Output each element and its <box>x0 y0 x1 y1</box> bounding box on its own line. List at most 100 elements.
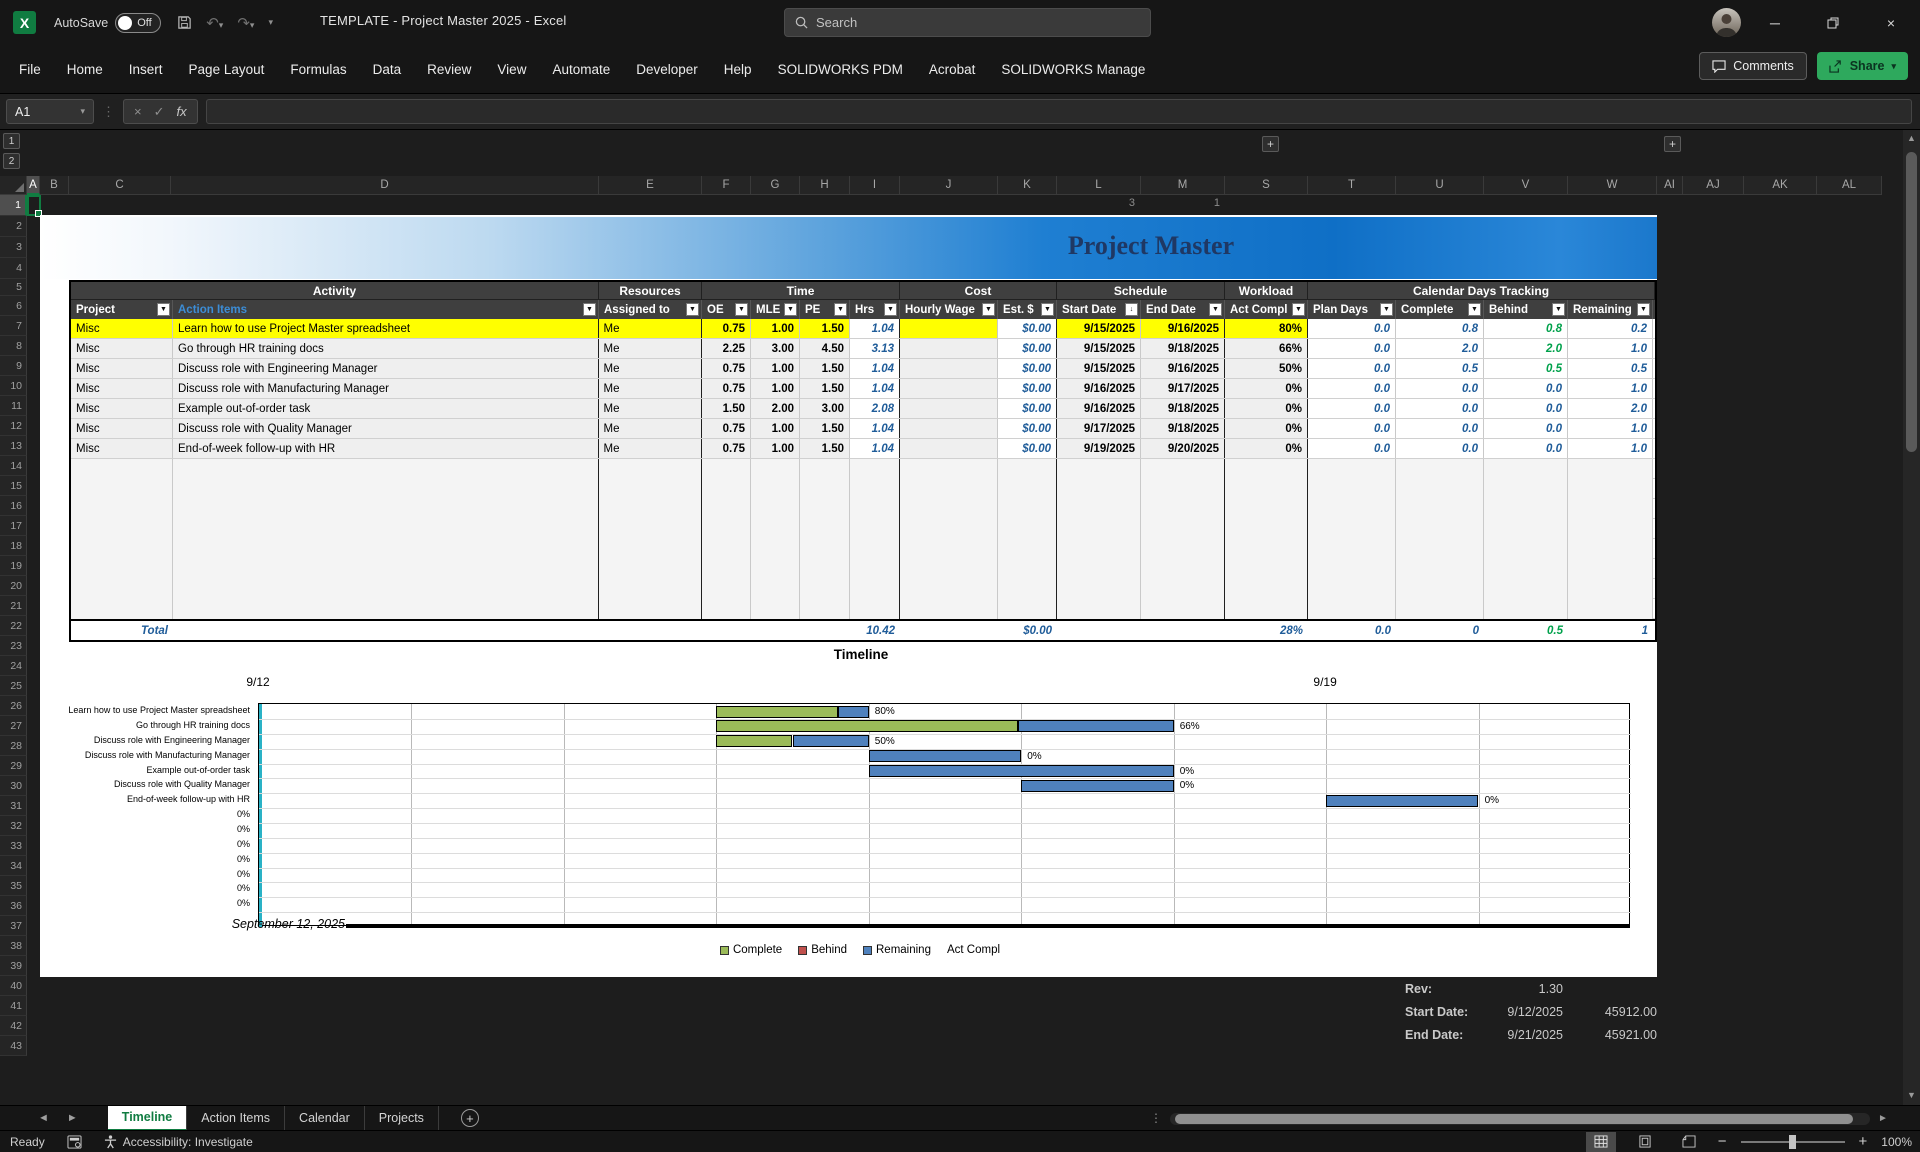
cell-activity[interactable]: Discuss role with Manufacturing Manager <box>173 379 599 398</box>
cell-est[interactable]: $0.00 <box>998 339 1057 358</box>
empty-cell[interactable] <box>899 479 999 499</box>
empty-cell[interactable] <box>71 499 173 519</box>
cell-pe[interactable]: 1.50 <box>800 379 850 398</box>
cell-hrs[interactable]: 1.04 <box>850 359 900 378</box>
empty-cell[interactable] <box>1396 499 1484 519</box>
redo-icon[interactable]: ↷▾ <box>237 14 254 32</box>
row-header[interactable]: 10 <box>0 376 27 396</box>
empty-cell[interactable] <box>850 539 900 559</box>
empty-cell[interactable] <box>998 519 1057 539</box>
empty-cell[interactable] <box>598 539 703 559</box>
empty-cell[interactable] <box>1307 479 1397 499</box>
filter-icon[interactable]: ▼ <box>583 303 596 316</box>
empty-cell[interactable] <box>899 459 999 479</box>
cell-est[interactable]: $0.00 <box>998 419 1057 438</box>
sheet-tab[interactable]: Action Items <box>187 1106 285 1131</box>
empty-cell[interactable] <box>1224 519 1309 539</box>
cell-behind[interactable]: 0.0 <box>1484 379 1568 398</box>
cell-act-compl[interactable]: 0% <box>1224 379 1309 398</box>
empty-cell[interactable] <box>701 459 752 479</box>
empty-cell[interactable] <box>1484 599 1568 619</box>
cell-plan-days[interactable]: 0.0 <box>1307 419 1397 438</box>
filter-icon[interactable]: ▼ <box>1637 303 1650 316</box>
cell-pe[interactable]: 1.50 <box>800 359 850 378</box>
cell-act-compl[interactable]: 80% <box>1224 319 1309 338</box>
restore-button[interactable] <box>1804 0 1862 45</box>
empty-cell[interactable] <box>71 479 173 499</box>
row-header[interactable]: 26 <box>0 696 27 716</box>
column-header[interactable]: W <box>1568 176 1657 195</box>
cell-oe[interactable]: 0.75 <box>701 419 752 438</box>
empty-cell[interactable] <box>1141 479 1225 499</box>
cell-oe[interactable]: 2.25 <box>701 339 752 358</box>
share-button[interactable]: Share ▾ <box>1817 52 1908 80</box>
empty-cell[interactable] <box>1568 459 1653 479</box>
zoom-in-icon[interactable]: + <box>1859 1133 1868 1150</box>
cell-remaining[interactable]: 0.5 <box>1568 359 1653 378</box>
row-header[interactable]: 18 <box>0 536 27 556</box>
row-header[interactable]: 27 <box>0 716 27 736</box>
column-header[interactable]: D <box>171 176 599 195</box>
cell-est[interactable]: $0.00 <box>998 399 1057 418</box>
row-header[interactable]: 34 <box>0 856 27 876</box>
cell-assigned[interactable]: Me <box>598 319 703 338</box>
filter-sort-icon[interactable]: ↓ <box>1125 303 1138 316</box>
column-header[interactable]: V <box>1484 176 1568 195</box>
cell-start-date[interactable]: 9/19/2025 <box>1056 439 1142 458</box>
empty-cell[interactable] <box>71 579 173 599</box>
cell-wage[interactable] <box>899 339 999 358</box>
cell-value-row1[interactable]: 3 <box>1105 197 1135 209</box>
empty-cell[interactable] <box>1056 559 1142 579</box>
empty-cell[interactable] <box>1307 459 1397 479</box>
filter-icon[interactable]: ▼ <box>157 303 170 316</box>
ribbon-tab[interactable]: View <box>484 53 539 86</box>
cell-behind[interactable]: 0.5 <box>1484 359 1568 378</box>
column-header[interactable]: B <box>40 176 69 195</box>
close-button[interactable]: × <box>1862 0 1920 45</box>
column-header[interactable]: H <box>800 176 850 195</box>
empty-cell[interactable] <box>800 539 850 559</box>
cell-act-compl[interactable]: 50% <box>1224 359 1309 378</box>
empty-cell[interactable] <box>71 459 173 479</box>
row-header[interactable]: 38 <box>0 936 27 956</box>
empty-cell[interactable] <box>800 579 850 599</box>
cell-hrs[interactable]: 2.08 <box>850 399 900 418</box>
ribbon-tab[interactable]: Developer <box>623 53 711 86</box>
active-cell-a1[interactable] <box>27 195 41 216</box>
empty-cell[interactable] <box>1568 559 1653 579</box>
cell-wage[interactable] <box>899 419 999 438</box>
zoom-slider[interactable] <box>1741 1141 1845 1143</box>
new-sheet-button[interactable]: + <box>461 1109 479 1127</box>
column-header[interactable]: A <box>27 176 40 195</box>
prev-sheet-icon[interactable]: ◄ <box>38 1112 49 1124</box>
row-header[interactable]: 24 <box>0 656 27 676</box>
filter-icon[interactable]: ▼ <box>1468 303 1481 316</box>
column-header[interactable]: AK <box>1744 176 1817 195</box>
empty-cell[interactable] <box>1056 519 1142 539</box>
cell-oe[interactable]: 0.75 <box>701 379 752 398</box>
empty-cell[interactable] <box>598 579 703 599</box>
empty-cell[interactable] <box>850 519 900 539</box>
avatar[interactable] <box>1712 8 1741 37</box>
cell-hrs[interactable]: 1.04 <box>850 439 900 458</box>
cell-plan-days[interactable]: 0.0 <box>1307 379 1397 398</box>
cell-mle[interactable]: 1.00 <box>751 439 800 458</box>
row-header[interactable]: 36 <box>0 896 27 916</box>
cell-oe[interactable]: 1.50 <box>701 399 752 418</box>
empty-cell[interactable] <box>1141 579 1225 599</box>
name-box[interactable]: A1▾ <box>6 99 94 124</box>
autosave-toggle[interactable]: Off <box>115 13 161 33</box>
empty-cell[interactable] <box>701 479 752 499</box>
ribbon-tab[interactable]: Page Layout <box>176 53 278 86</box>
empty-cell[interactable] <box>1141 599 1225 619</box>
row-header[interactable]: 32 <box>0 816 27 836</box>
ribbon-tab[interactable]: Data <box>360 53 415 86</box>
ribbon-tab[interactable]: File <box>6 53 54 86</box>
select-all-corner[interactable] <box>0 176 27 195</box>
info-value[interactable]: 1.30 <box>1455 982 1563 996</box>
empty-cell[interactable] <box>701 519 752 539</box>
empty-cell[interactable] <box>751 519 800 539</box>
ribbon-tab[interactable]: Home <box>54 53 116 86</box>
empty-cell[interactable] <box>173 579 599 599</box>
cell-activity[interactable]: Discuss role with Quality Manager <box>173 419 599 438</box>
